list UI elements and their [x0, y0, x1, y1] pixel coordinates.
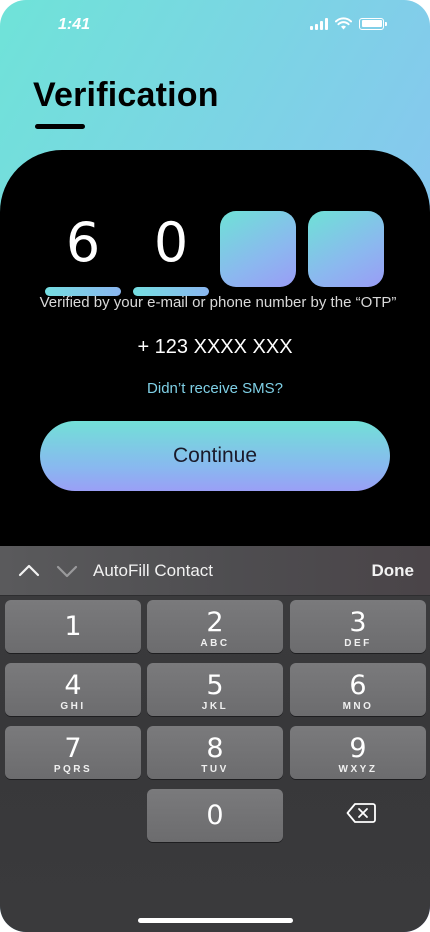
battery-icon — [359, 17, 387, 30]
otp-digit-2-value: 0 — [153, 211, 189, 274]
key-9[interactable]: 9 WXYZ — [290, 726, 426, 779]
key-0[interactable]: 0 — [147, 789, 283, 842]
key-3[interactable]: 3 DEF — [290, 600, 426, 653]
status-icons — [310, 17, 387, 30]
backspace-icon[interactable] — [346, 802, 376, 824]
home-indicator[interactable] — [138, 918, 293, 923]
key-digit: 9 — [349, 733, 367, 764]
otp-digit-2[interactable]: 0 — [133, 211, 209, 296]
key-4[interactable]: 4 GHI — [5, 663, 141, 716]
key-letters: JKL — [201, 701, 229, 712]
autofill-contact-button[interactable]: AutoFill Contact — [93, 561, 213, 581]
phone-number: + 123 XXXX XXX — [137, 336, 293, 358]
key-1[interactable]: 1 — [5, 600, 141, 653]
otp-digit-1[interactable]: 6 — [45, 211, 121, 296]
chevron-down-icon[interactable] — [56, 560, 78, 582]
key-digit: 3 — [349, 607, 367, 638]
continue-button[interactable]: Continue — [40, 421, 390, 491]
done-button[interactable]: Done — [372, 561, 415, 581]
keyboard-toolbar: AutoFill Contact Done — [0, 546, 430, 596]
key-letters: GHI — [60, 701, 86, 712]
title-underline — [35, 124, 85, 129]
key-2[interactable]: 2 ABC — [147, 600, 283, 653]
chevron-up-icon[interactable] — [18, 560, 40, 582]
key-letters: TUV — [201, 764, 229, 775]
key-6[interactable]: 6 MNO — [290, 663, 426, 716]
key-7[interactable]: 7 PQRS — [5, 726, 141, 779]
status-bar: 1:41 — [0, 0, 430, 50]
key-digit: 5 — [206, 670, 224, 701]
key-digit: 2 — [206, 607, 224, 638]
key-digit: 7 — [64, 733, 82, 764]
key-digit: 0 — [206, 800, 224, 831]
numeric-keyboard: AutoFill Contact Done 1 2 ABC 3 DEF 4 GH… — [0, 546, 430, 932]
signal-icon — [310, 17, 328, 30]
verification-screen: 1:41 Verification 6 0 Verified by your e — [0, 0, 430, 932]
wifi-icon — [335, 17, 352, 30]
otp-input-row: 6 0 — [0, 211, 430, 296]
page-title: Verification — [33, 76, 219, 114]
helper-text: Verified by your e-mail or phone number … — [39, 294, 397, 311]
otp-digit-3[interactable] — [220, 211, 296, 287]
key-8[interactable]: 8 TUV — [147, 726, 283, 779]
key-letters: PQRS — [53, 764, 93, 775]
key-letters: MNO — [342, 701, 374, 712]
resend-sms-link[interactable]: Didn’t receive SMS? — [0, 380, 430, 397]
status-time: 1:41 — [58, 16, 91, 33]
key-digit: 4 — [64, 670, 82, 701]
key-digit: 1 — [64, 611, 82, 642]
key-5[interactable]: 5 JKL — [147, 663, 283, 716]
key-digit: 6 — [349, 670, 367, 701]
key-letters: DEF — [344, 638, 372, 649]
key-digit: 8 — [206, 733, 224, 764]
key-letters: ABC — [200, 638, 230, 649]
key-letters: WXYZ — [338, 764, 378, 775]
otp-digit-4[interactable] — [308, 211, 384, 287]
otp-digit-1-value: 6 — [65, 211, 101, 274]
